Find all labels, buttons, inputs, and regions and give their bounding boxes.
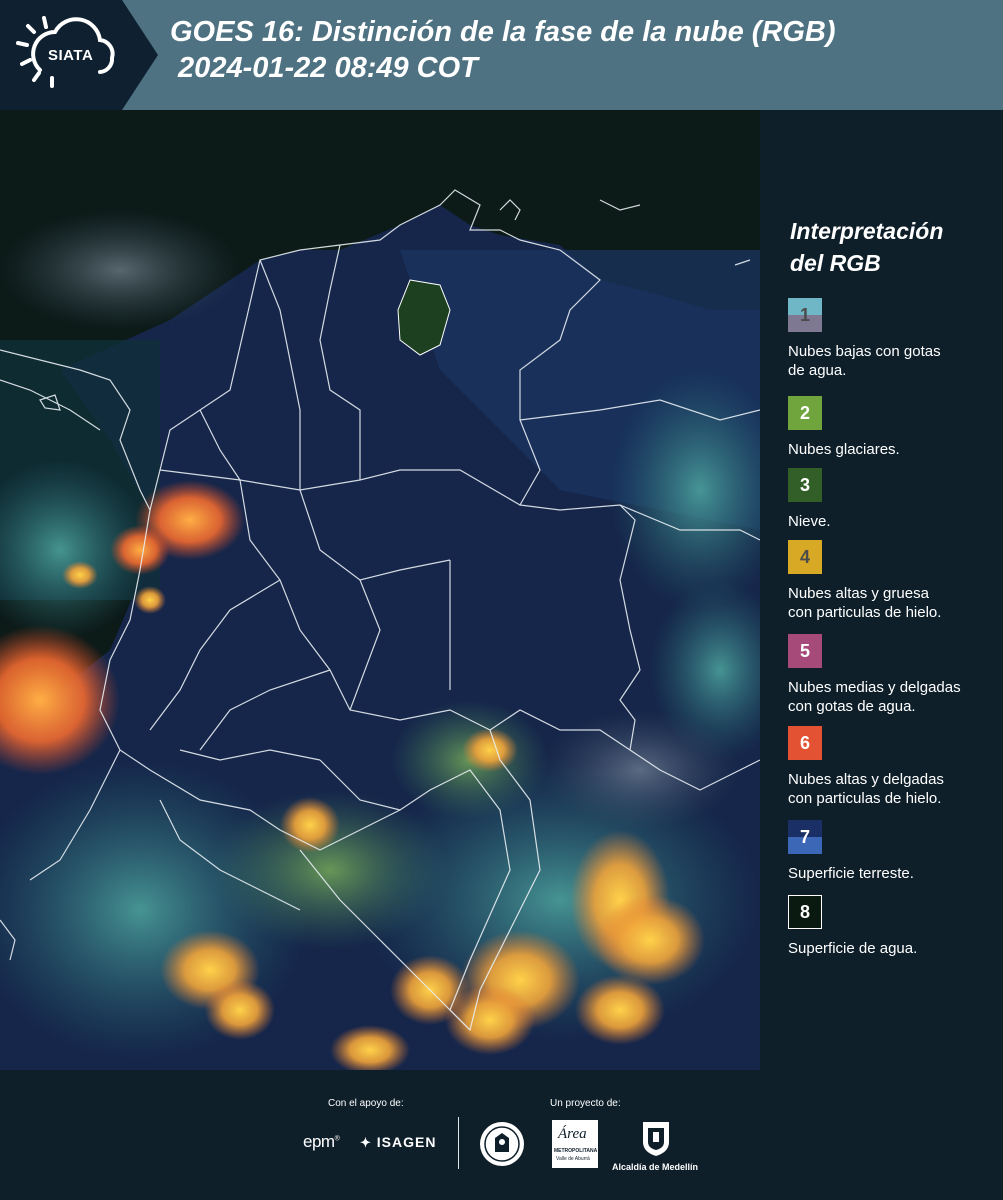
legend-number: 4 xyxy=(799,546,810,567)
legend-number: 7 xyxy=(799,826,810,847)
legend-label-8: Superficie de agua. xyxy=(788,939,998,958)
legend-swatch-7: 7 xyxy=(788,820,822,854)
university-seal-icon xyxy=(480,1122,524,1166)
legend-label-line: Superficie terreste. xyxy=(788,865,914,882)
legend-label-4: Nubes altas y gruesa con particulas de hi… xyxy=(788,584,998,622)
isagen-logo: ✦ ISAGEN xyxy=(360,1134,436,1151)
legend-label-6: Nubes altas y delgadas con particulas de … xyxy=(788,770,998,808)
legend-number: 6 xyxy=(799,732,810,753)
legend-label-line: Nubes altas y gruesa xyxy=(788,585,929,602)
isagen-text: ISAGEN xyxy=(376,1134,437,1150)
page-title: GOES 16: Distinción de la fase de la nub… xyxy=(170,14,836,86)
legend-label-line: de agua. xyxy=(788,362,847,379)
legend-number: 2 xyxy=(799,402,810,423)
siata-logo: SIATA xyxy=(0,0,158,110)
area-logo-subtitle: METROPOLITANA xyxy=(554,1148,598,1154)
legend-label-7: Superficie terreste. xyxy=(788,864,998,883)
area-metropolitana-logo: Área METROPOLITANA Valle de Aburrá xyxy=(552,1120,598,1168)
legend-label-line: con particulas de hielo. xyxy=(788,790,942,807)
legend-label-line: Nubes glaciares. xyxy=(788,441,900,458)
legend-number: 8 xyxy=(799,901,810,922)
project-label: Un proyecto de: xyxy=(550,1098,621,1109)
title-line-1: GOES 16: Distinción de la fase de la nub… xyxy=(170,16,836,48)
legend-swatch-4: 4 xyxy=(788,540,822,574)
legend-label-line: con particulas de hielo. xyxy=(788,604,942,621)
alcaldia-text: Alcaldía de Medellín xyxy=(612,1162,699,1172)
title-line-2: 2024-01-22 08:49 COT xyxy=(170,52,478,84)
medellin-shield-icon xyxy=(643,1122,669,1156)
legend-number: 5 xyxy=(799,640,810,661)
legend-number: 1 xyxy=(799,304,810,325)
epm-text: epm xyxy=(303,1132,335,1151)
epm-logo: epm® xyxy=(303,1132,340,1151)
legend-swatch-3: 3 xyxy=(788,468,822,502)
legend-number: 3 xyxy=(799,474,810,495)
rgb-satellite-image xyxy=(0,110,760,1070)
footer-divider xyxy=(458,1117,459,1169)
legend-label-3: Nieve. xyxy=(788,512,998,531)
legend-label-line: Nubes bajas con gotas xyxy=(788,343,941,360)
legend-title-line-1: Interpretación xyxy=(790,218,944,244)
legend-label-line: con gotas de agua. xyxy=(788,698,916,715)
legend-title: Interpretación del RGB xyxy=(790,215,943,279)
legend-label-line: Nubes medias y delgadas xyxy=(788,679,961,696)
support-label: Con el apoyo de: xyxy=(328,1098,404,1109)
legend-label-line: Nieve. xyxy=(788,513,831,530)
legend-label-2: Nubes glaciares. xyxy=(788,440,998,459)
header-bar: SIATA GOES 16: Distinción de la fase de … xyxy=(0,0,1003,110)
logo-text: SIATA xyxy=(48,47,94,64)
legend-swatch-8: 8 xyxy=(788,895,822,929)
legend-title-line-2: del RGB xyxy=(790,250,881,276)
satellite-map xyxy=(0,110,760,1070)
legend-label-5: Nubes medias y delgadas con gotas de agua… xyxy=(788,678,998,716)
legend-swatch-5: 5 xyxy=(788,634,822,668)
legend-label-line: Nubes altas y delgadas xyxy=(788,771,944,788)
legend-swatch-1: 1 xyxy=(788,298,822,332)
area-logo-tagline: Valle de Aburrá xyxy=(556,1156,590,1162)
legend-swatch-2: 2 xyxy=(788,396,822,430)
footer: Con el apoyo de: Un proyecto de: epm® ✦ … xyxy=(0,1070,1003,1200)
area-logo-title: Área xyxy=(558,1126,587,1142)
isagen-icon: ✦ xyxy=(360,1135,372,1150)
legend-label-line: Superficie de agua. xyxy=(788,940,918,957)
legend-swatch-6: 6 xyxy=(788,726,822,760)
legend-label-1: Nubes bajas con gotas de agua. xyxy=(788,342,998,380)
